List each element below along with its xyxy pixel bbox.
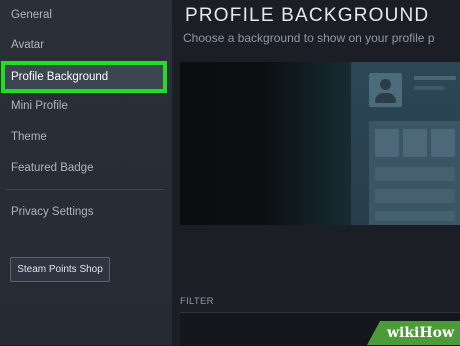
avatar-placeholder-icon [369,73,402,107]
main-panel: PROFILE BACKGROUND Choose a background t… [172,0,460,346]
page-subtitle: Choose a background to show on your prof… [183,31,435,45]
sidebar-item-privacy-settings[interactable]: Privacy Settings [0,199,168,225]
wikihow-watermark-logo: wikiHow [367,321,460,345]
mockup-card [375,167,455,181]
sidebar-item-featured-badge[interactable]: Featured Badge [0,155,168,181]
sidebar-item-profile-background[interactable]: Profile Background [1,61,167,93]
sidebar-item-mini-profile[interactable]: Mini Profile [0,93,168,119]
mockup-info-line [414,86,444,90]
mockup-card [375,189,455,203]
background-preview [180,62,460,225]
mockup-card [403,129,427,157]
sidebar-divider [6,189,164,190]
mockup-name-line [414,76,456,80]
mockup-content-panel [369,121,460,225]
steam-points-shop-button[interactable]: Steam Points Shop [10,257,110,282]
sidebar-item-theme[interactable]: Theme [0,124,168,150]
page-title: PROFILE BACKGROUND [185,5,430,26]
mockup-card [431,129,455,157]
settings-sidebar: General Avatar Profile Background Mini P… [0,0,172,345]
sidebar-item-avatar[interactable]: Avatar [0,32,168,58]
mockup-card [375,211,455,221]
filter-label: FILTER [180,296,214,307]
sidebar-item-general[interactable]: General [0,2,168,28]
mockup-card [375,129,399,157]
profile-mockup-image [351,62,460,225]
